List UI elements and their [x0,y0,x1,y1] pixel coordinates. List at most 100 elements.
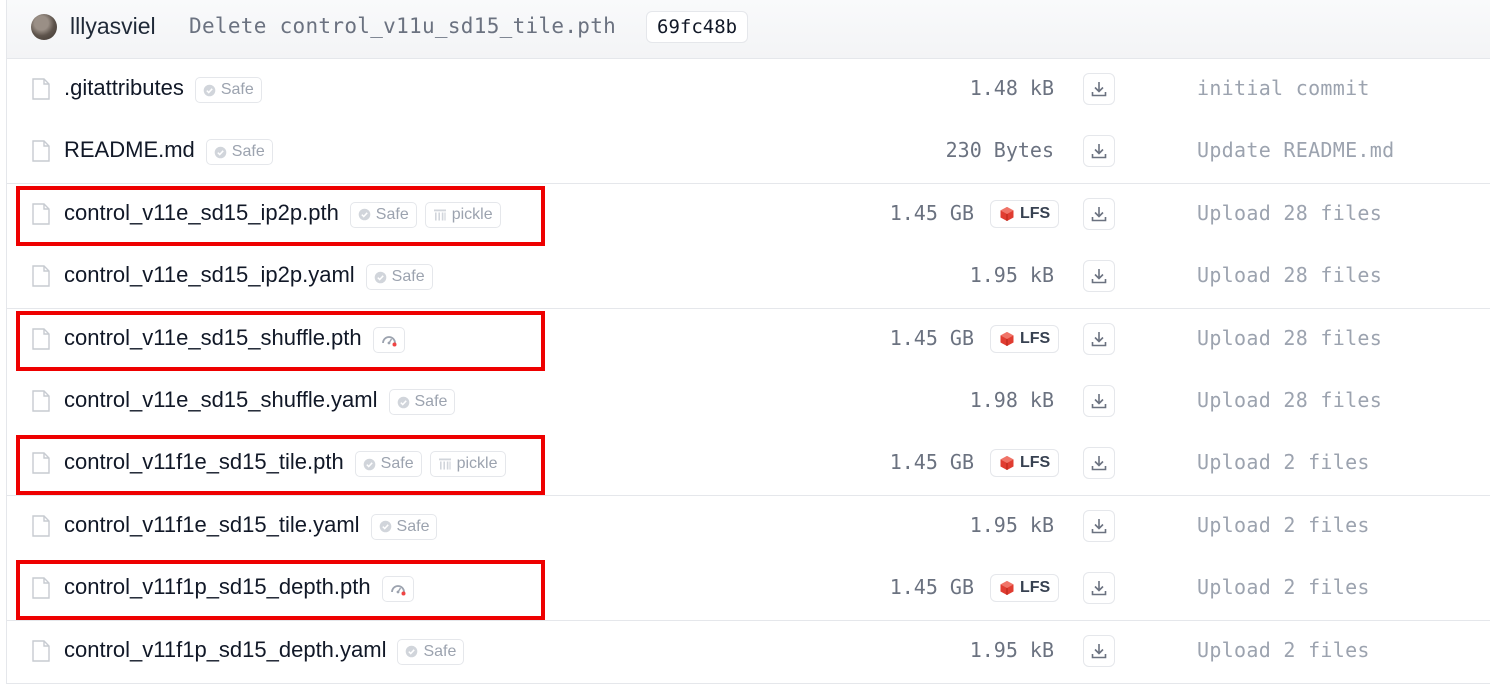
file-row[interactable]: control_v11f1e_sd15_tile.yaml Safe 1.95 kB… [6,495,1490,559]
highlight-box [16,185,545,246]
file-row[interactable]: .gitattributes Safe 1.48 kB initial commit [6,59,1490,122]
commit-hash[interactable]: 69fc48b [646,11,749,43]
badge-label: Safe [423,642,457,660]
security-badges: Safe [365,264,433,291]
file-row[interactable]: README.md Safe 230 Bytes Update README.md [6,121,1490,185]
lfs-cube-icon [999,455,1015,471]
download-button[interactable] [1083,634,1115,667]
file-size: 1.98 kB [969,388,1054,412]
shield-check-icon [374,271,387,284]
file-icon [32,639,50,662]
file-size: 1.45 GB [889,200,974,225]
download-button[interactable] [1083,260,1115,293]
file-size: 1.45 GB [889,450,974,475]
highlight-box [16,435,545,496]
badge-label: Safe [414,393,448,410]
last-commit-message-link[interactable]: Upload 2 files [1197,638,1370,662]
file-name-link[interactable]: control_v11f1e_sd15_tile.yaml [64,512,360,538]
security-badges: Safe [370,513,438,540]
last-commit-message-link[interactable]: Upload 2 files [1197,575,1370,599]
security-badges: Safe [194,77,262,103]
download-icon [1091,82,1107,97]
last-commit-message-link[interactable]: Upload 28 files [1197,326,1382,350]
author-avatar[interactable] [31,14,57,40]
file-size: 1.95 kB [969,637,1054,662]
download-button[interactable] [1083,197,1115,230]
download-icon [1091,581,1107,596]
security-badges: Safe [388,389,456,415]
file-icon [32,78,50,100]
lfs-badge[interactable]: LFS [990,199,1060,228]
last-commit-message-link[interactable]: Upload 28 files [1197,263,1382,287]
safe-badge[interactable]: Safe [388,389,456,415]
security-badges: Safe [205,139,273,166]
safe-badge[interactable]: Safe [205,139,273,166]
shield-check-icon [379,520,392,533]
lfs-cube-icon [999,331,1015,347]
lfs-cube-icon [999,206,1015,222]
last-commit-bar: lllyasviel Delete control_v11u_sd15_tile… [6,0,1490,59]
lfs-badge[interactable]: LFS [990,574,1060,603]
safe-badge[interactable]: Safe [397,638,465,665]
file-size: 1.45 GB [889,575,974,600]
safe-badge[interactable]: Safe [365,264,433,291]
last-commit-message-link[interactable]: Upload 2 files [1197,450,1370,474]
download-icon [1091,269,1107,284]
safe-badge[interactable]: Safe [194,77,262,103]
last-commit-message-link[interactable]: Upload 2 files [1197,513,1370,537]
file-size: 1.48 kB [969,76,1054,100]
last-commit-message-link[interactable]: Update README.md [1197,138,1394,162]
download-button[interactable] [1083,447,1115,480]
lfs-badge[interactable]: LFS [990,324,1060,353]
badge-label: Safe [391,268,425,286]
download-icon [1091,456,1107,471]
download-button[interactable] [1083,73,1115,105]
file-row[interactable]: control_v11e_sd15_shuffle.yaml Safe 1.98 k… [6,371,1490,434]
commit-message[interactable]: Delete control_v11u_sd15_tile.pth [189,14,616,38]
download-icon [1091,643,1107,658]
download-icon [1091,518,1107,534]
lfs-cube-icon [999,580,1015,596]
file-size: 230 Bytes [945,138,1054,163]
file-size: 1.95 kB [969,512,1054,537]
lfs-badge[interactable]: LFS [990,449,1060,478]
commit-author[interactable]: lllyasviel [70,13,156,40]
file-name-link[interactable]: control_v11e_sd15_shuffle.yaml [64,387,378,413]
last-commit-message-link[interactable]: Upload 28 files [1197,388,1382,412]
download-button[interactable] [1083,135,1115,168]
file-row[interactable]: control_v11f1p_sd15_depth.yaml Safe 1.95 k… [6,620,1490,684]
badge-label: Safe [220,81,254,98]
safe-badge[interactable]: Safe [370,513,438,540]
file-name-link[interactable]: control_v11e_sd15_ip2p.yaml [64,262,355,288]
highlight-box [16,560,545,621]
shield-check-icon [405,645,418,658]
download-button[interactable] [1083,509,1115,542]
download-icon [1091,331,1107,346]
file-icon [32,390,50,412]
lfs-label: LFS [1020,579,1051,597]
shield-check-icon [214,146,227,159]
highlight-box [16,310,545,371]
download-icon [1091,206,1107,222]
file-icon [32,515,50,537]
lfs-label: LFS [1020,454,1051,472]
last-commit-message-link[interactable]: Upload 28 files [1197,201,1382,225]
file-row[interactable]: control_v11e_sd15_ip2p.yaml Safe 1.95 kB Up… [6,246,1490,310]
security-badges: Safe [397,638,465,665]
download-button[interactable] [1083,322,1115,355]
file-name-link[interactable]: README.md [64,137,195,163]
download-icon [1091,144,1107,159]
file-icon [32,140,50,163]
download-button[interactable] [1083,385,1115,417]
download-button[interactable] [1083,572,1115,605]
file-size: 1.45 GB [889,325,974,350]
lfs-label: LFS [1020,204,1051,222]
shield-check-icon [203,84,216,97]
lfs-label: LFS [1020,329,1051,347]
badge-label: Safe [396,517,430,535]
download-icon [1091,394,1107,409]
last-commit-message-link[interactable]: initial commit [1197,76,1370,100]
file-name-link[interactable]: .gitattributes [64,75,184,101]
badge-label: Safe [231,143,265,161]
file-name-link[interactable]: control_v11f1p_sd15_depth.yaml [64,637,386,663]
